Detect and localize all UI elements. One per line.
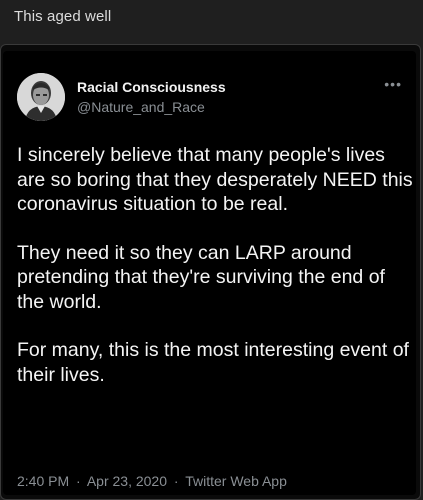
tweet-meta: 2:40 PM · Apr 23, 2020 · Twitter Web App <box>17 473 287 489</box>
display-name[interactable]: Racial Consciousness <box>77 79 226 95</box>
user-handle[interactable]: @Nature_and_Race <box>77 99 205 115</box>
avatar-portrait-icon <box>17 73 65 121</box>
more-options-icon[interactable]: ••• <box>384 77 402 91</box>
embedded-tweet-frame: Racial Consciousness @Nature_and_Race ••… <box>0 44 421 500</box>
avatar[interactable] <box>17 73 65 121</box>
tweet-text: I sincerely believe that many people's l… <box>17 143 413 411</box>
tweet-paragraph: I sincerely believe that many people's l… <box>17 144 413 215</box>
tweet-source[interactable]: Twitter Web App <box>185 473 287 489</box>
screenshot-page: This aged well Racial Consciousness @Nat… <box>0 0 423 500</box>
tweet-paragraph: For many, this is the most interesting e… <box>17 339 409 386</box>
tweet-paragraph: They need it so they can LARP around pre… <box>17 241 385 313</box>
meta-separator: · <box>173 473 179 489</box>
tweet-time[interactable]: 2:40 PM <box>17 473 69 489</box>
tweet-card[interactable]: Racial Consciousness @Nature_and_Race ••… <box>3 51 416 495</box>
post-title: This aged well <box>14 8 112 25</box>
meta-separator: · <box>76 473 81 489</box>
tweet-date[interactable]: Apr 23, 2020 <box>87 473 167 489</box>
